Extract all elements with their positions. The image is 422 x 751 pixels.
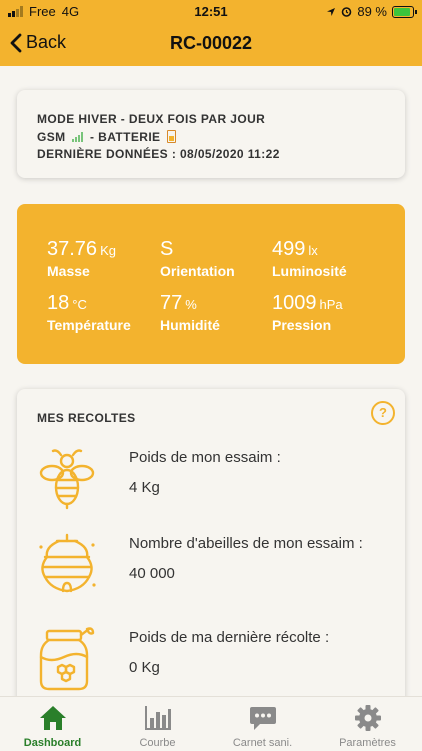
metric-label: Masse: [47, 263, 90, 279]
mode-text: MODE HIVER - DEUX FOIS PAR JOUR: [37, 112, 266, 126]
sensor-metrics-card: 37.76 Kg Masse S Orientation 499 lx Lumino…: [17, 204, 405, 364]
harvest-item-swarm-weight: Poids de mon essaim : 4 Kg: [37, 447, 397, 511]
alarm-icon: [342, 7, 352, 17]
gsm-signal-icon: [72, 132, 84, 142]
metric-temperature: 18 °C Température: [47, 292, 131, 333]
metric-value: 37.76: [47, 238, 98, 260]
harvest-item-bee-count: Nombre d'abeilles de mon essaim : 40 000: [37, 533, 397, 607]
location-icon: [327, 7, 336, 16]
harvest-label: Poids de mon essaim :: [129, 449, 281, 466]
harvest-value: 4 Kg: [129, 479, 160, 496]
bar-chart-icon: [145, 706, 171, 730]
app-header: Free 4G 12:51 89 % Back RC-00022: [0, 0, 422, 66]
metric-orientation: S Orientation: [160, 238, 235, 279]
home-icon: [40, 706, 66, 730]
metric-pression: 1009 hPa Pression: [272, 292, 343, 333]
harvest-text: Poids de mon essaim : 4 Kg: [129, 447, 397, 499]
tab-label: Carnet sani.: [232, 737, 293, 749]
tab-carnet-sani[interactable]: Carnet sani.: [210, 697, 315, 751]
device-info-card: MODE HIVER - DEUX FOIS PAR JOUR GSM - BA…: [17, 90, 405, 178]
harvest-label: Nombre d'abeilles de mon essaim :: [129, 535, 363, 552]
beehive-icon: [39, 533, 96, 593]
metric-value: 1009: [272, 292, 317, 314]
tab-label: Dashboard: [23, 737, 82, 749]
metric-value: S: [160, 238, 174, 260]
status-bar: Free 4G 12:51 89 %: [0, 0, 422, 22]
tab-bar: Dashboard Courbe Carnet sani. Paramètres: [0, 696, 422, 751]
metric-label: Humidité: [160, 317, 220, 333]
metric-label: Luminosité: [272, 263, 347, 279]
battery-label: - BATTERIE: [90, 130, 161, 144]
bee-icon: [39, 449, 95, 510]
metric-unit: °C: [72, 297, 87, 312]
metric-luminosite: 499 lx Luminosité: [272, 238, 347, 279]
gear-icon: [355, 705, 381, 731]
metric-label: Pression: [272, 317, 332, 333]
metric-unit: lx: [308, 243, 318, 258]
metric-label: Orientation: [160, 263, 235, 279]
battery-icon: [392, 5, 417, 18]
chat-icon: [250, 707, 276, 730]
metric-unit: hPa: [319, 297, 343, 312]
harvest-label: Poids de ma dernière récolte :: [129, 629, 330, 646]
harvests-title: MES RECOLTES: [37, 411, 136, 425]
nav-bar: Back RC-00022: [0, 22, 422, 66]
harvests-card: MES RECOLTES ? Poids de mon essaim : 4 K…: [17, 389, 405, 719]
metric-value: 18: [47, 292, 70, 314]
metric-unit: %: [185, 297, 197, 312]
help-icon[interactable]: ?: [371, 401, 395, 425]
harvest-value: 0 Kg: [129, 659, 160, 676]
page-title: RC-00022: [169, 33, 253, 53]
metric-label: Température: [47, 317, 131, 333]
metric-value: 499: [272, 238, 306, 260]
tab-label: Courbe: [139, 737, 176, 749]
tab-dashboard[interactable]: Dashboard: [0, 697, 105, 751]
device-battery-icon: [167, 130, 177, 143]
tab-parametres[interactable]: Paramètres: [315, 697, 420, 751]
battery-percent: 89 %: [357, 4, 387, 19]
harvest-text: Nombre d'abeilles de mon essaim : 40 000: [129, 533, 397, 585]
harvest-item-last-harvest: Poids de ma dernière récolte : 0 Kg: [37, 627, 397, 691]
gsm-label: GSM: [37, 130, 66, 144]
harvest-value: 40 000: [129, 565, 175, 582]
connection-line: GSM - BATTERIE: [37, 130, 177, 144]
tab-label: Paramètres: [339, 737, 396, 749]
status-right: 89 %: [326, 4, 417, 19]
last-data-text: DERNIÈRE DONNÉES : 08/05/2020 11:22: [37, 147, 280, 161]
honey-jar-icon: [39, 627, 95, 691]
metric-value: 77: [160, 292, 183, 314]
harvest-text: Poids de ma dernière récolte : 0 Kg: [129, 627, 397, 679]
metric-masse: 37.76 Kg Masse: [47, 238, 116, 279]
metric-humidite: 77% Humidité: [160, 292, 220, 333]
metric-unit: Kg: [100, 243, 116, 258]
tab-courbe[interactable]: Courbe: [105, 697, 210, 751]
